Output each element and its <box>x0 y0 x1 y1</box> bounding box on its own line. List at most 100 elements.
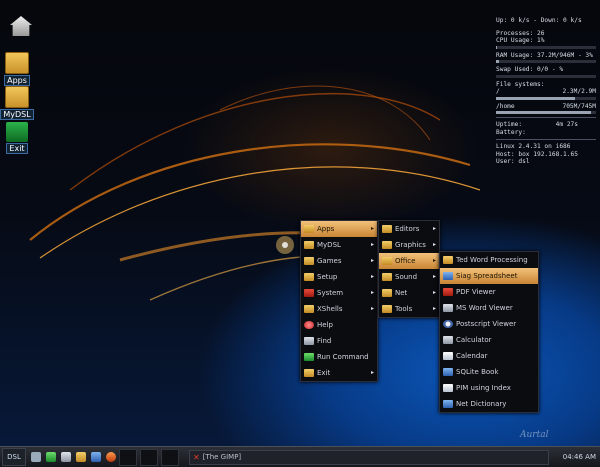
menu-item-label: Sound <box>395 273 418 281</box>
battery: Battery: <box>496 128 526 136</box>
fs-home: /home 705M/745M <box>496 103 596 111</box>
word-viewer-icon <box>443 304 453 312</box>
menu-item-label: MS Word Viewer <box>456 304 513 312</box>
desktop-pager-2[interactable] <box>140 448 158 466</box>
ram-bar <box>496 60 596 63</box>
calculator-icon <box>443 336 453 344</box>
folder-icon <box>382 241 392 249</box>
editor-icon[interactable] <box>61 452 71 462</box>
menu-item-ms-word-viewer[interactable]: MS Word Viewer <box>440 300 538 316</box>
menu-item-sqlite-book[interactable]: SQLite Book <box>440 364 538 380</box>
menu-item-label: Find <box>317 337 332 345</box>
submenu-arrow-icon: ▸ <box>370 369 374 376</box>
host-info: Host: box 192.168.1.65 <box>496 150 578 158</box>
desktop-pager-1[interactable] <box>119 448 137 466</box>
menu-item-label: Office <box>395 257 416 265</box>
firefox-icon[interactable] <box>106 452 116 462</box>
menu-item-postscript-viewer[interactable]: Postscript Viewer <box>440 316 538 332</box>
submenu-arrow-icon: ▸ <box>370 241 374 248</box>
submenu-arrow-icon: ▸ <box>432 273 436 280</box>
menu-item-label: Net <box>395 289 408 297</box>
sqlite-icon <box>443 368 453 376</box>
office-submenu: Ted Word Processing Siag Spreadsheet PDF… <box>439 251 539 413</box>
menu-item-label: Ted Word Processing <box>456 256 528 264</box>
submenu-arrow-icon: ▸ <box>370 257 374 264</box>
cpu-bar <box>496 45 596 49</box>
menu-item-xshells[interactable]: XShells ▸ <box>301 301 377 317</box>
run-icon[interactable] <box>46 452 56 462</box>
submenu-arrow-icon: ▸ <box>370 289 374 296</box>
menu-item-games[interactable]: Games ▸ <box>301 253 377 269</box>
uptime-label: Uptime: <box>496 121 523 128</box>
menu-item-net-dictionary[interactable]: Net Dictionary <box>440 396 538 412</box>
folder-icon <box>304 273 314 281</box>
desktop-icon-apps[interactable]: Apps <box>0 52 34 86</box>
menu-item-calendar[interactable]: Calendar <box>440 348 538 364</box>
calendar-icon <box>443 352 453 360</box>
submenu-arrow-icon: ▸ <box>432 257 436 264</box>
menu-item-system[interactable]: System ▸ <box>301 285 377 301</box>
submenu-arrow-icon: ▸ <box>370 305 374 312</box>
menu-item-tools[interactable]: Tools ▸ <box>379 301 439 317</box>
swap-usage: Swap Used: 0/0 - % <box>496 66 564 73</box>
menu-item-siag[interactable]: Siag Spreadsheet <box>440 268 538 284</box>
menu-item-setup[interactable]: Setup ▸ <box>301 269 377 285</box>
menu-item-editors[interactable]: Editors ▸ <box>379 221 439 237</box>
menu-item-run-command[interactable]: Run Command <box>301 349 377 365</box>
file-manager-icon[interactable] <box>76 452 86 462</box>
desktop-icon-exit[interactable]: Exit <box>0 122 34 154</box>
menu-item-graphics[interactable]: Graphics ▸ <box>379 237 439 253</box>
start-button[interactable]: DSL <box>2 448 26 466</box>
fs-root-bar <box>496 96 596 100</box>
menu-item-label: Net Dictionary <box>456 400 507 408</box>
taskbar-window-gimp[interactable]: ✕ [The GIMP] <box>189 449 549 465</box>
task-label: [The GIMP] <box>202 453 242 461</box>
menu-item-label: PIM using Index <box>456 384 511 392</box>
menu-item-office[interactable]: Office ▸ <box>379 253 439 269</box>
desktop-icon-label: Apps <box>4 75 30 86</box>
find-icon <box>304 337 314 345</box>
submenu-arrow-icon: ▸ <box>370 225 374 232</box>
folder-icon <box>304 257 314 265</box>
menu-item-help[interactable]: Help <box>301 317 377 333</box>
menu-item-label: Calendar <box>456 352 488 360</box>
folder-icon <box>5 52 29 74</box>
desktop-icon-label: MyDSL <box>0 109 34 120</box>
submenu-arrow-icon: ▸ <box>370 273 374 280</box>
menu-item-label: XShells <box>317 305 343 313</box>
desktop-icon-home[interactable] <box>4 16 38 37</box>
desktop-pager-3[interactable] <box>161 448 179 466</box>
folder-icon <box>382 289 392 297</box>
folder-icon <box>382 305 392 313</box>
folder-icon <box>382 225 392 233</box>
menu-item-apps[interactable]: Apps ▸ <box>301 221 377 237</box>
menu-item-find[interactable]: Find <box>301 333 377 349</box>
fs-home-bar <box>496 111 596 114</box>
browser-icon[interactable] <box>91 452 101 462</box>
menu-item-label: SQLite Book <box>456 368 499 376</box>
menu-item-label: Games <box>317 257 342 265</box>
fs-root: / 2.3M/2.9M <box>496 88 596 96</box>
menu-item-net[interactable]: Net ▸ <box>379 285 439 301</box>
menu-item-label: Editors <box>395 225 420 233</box>
pdf-icon <box>443 288 453 296</box>
desktop-icon-mydsl[interactable]: MyDSL <box>0 86 34 120</box>
menu-item-pim[interactable]: PIM using Index <box>440 380 538 396</box>
ted-icon <box>443 256 453 264</box>
exit-icon <box>6 122 28 142</box>
menu-item-ted[interactable]: Ted Word Processing <box>440 252 538 268</box>
system-monitor: Up: 0 k/s - Down: 0 k/s Processes: 26 CP… <box>496 17 596 166</box>
fs-home-name: /home <box>496 102 515 110</box>
menu-item-pdf-viewer[interactable]: PDF Viewer <box>440 284 538 300</box>
menu-item-mydsl[interactable]: MyDSL ▸ <box>301 237 377 253</box>
menu-item-label: Postscript Viewer <box>456 320 517 328</box>
menu-item-sound[interactable]: Sound ▸ <box>379 269 439 285</box>
clock[interactable]: 04:46 AM <box>563 453 596 461</box>
menu-item-exit[interactable]: Exit ▸ <box>301 365 377 381</box>
wallpaper-signature: Aurtal <box>520 430 549 440</box>
folder-icon <box>304 241 314 249</box>
terminal-icon[interactable] <box>31 452 41 462</box>
pim-icon <box>443 384 453 392</box>
menu-item-calculator[interactable]: Calculator <box>440 332 538 348</box>
process-count: Processes: 26 <box>496 29 545 37</box>
